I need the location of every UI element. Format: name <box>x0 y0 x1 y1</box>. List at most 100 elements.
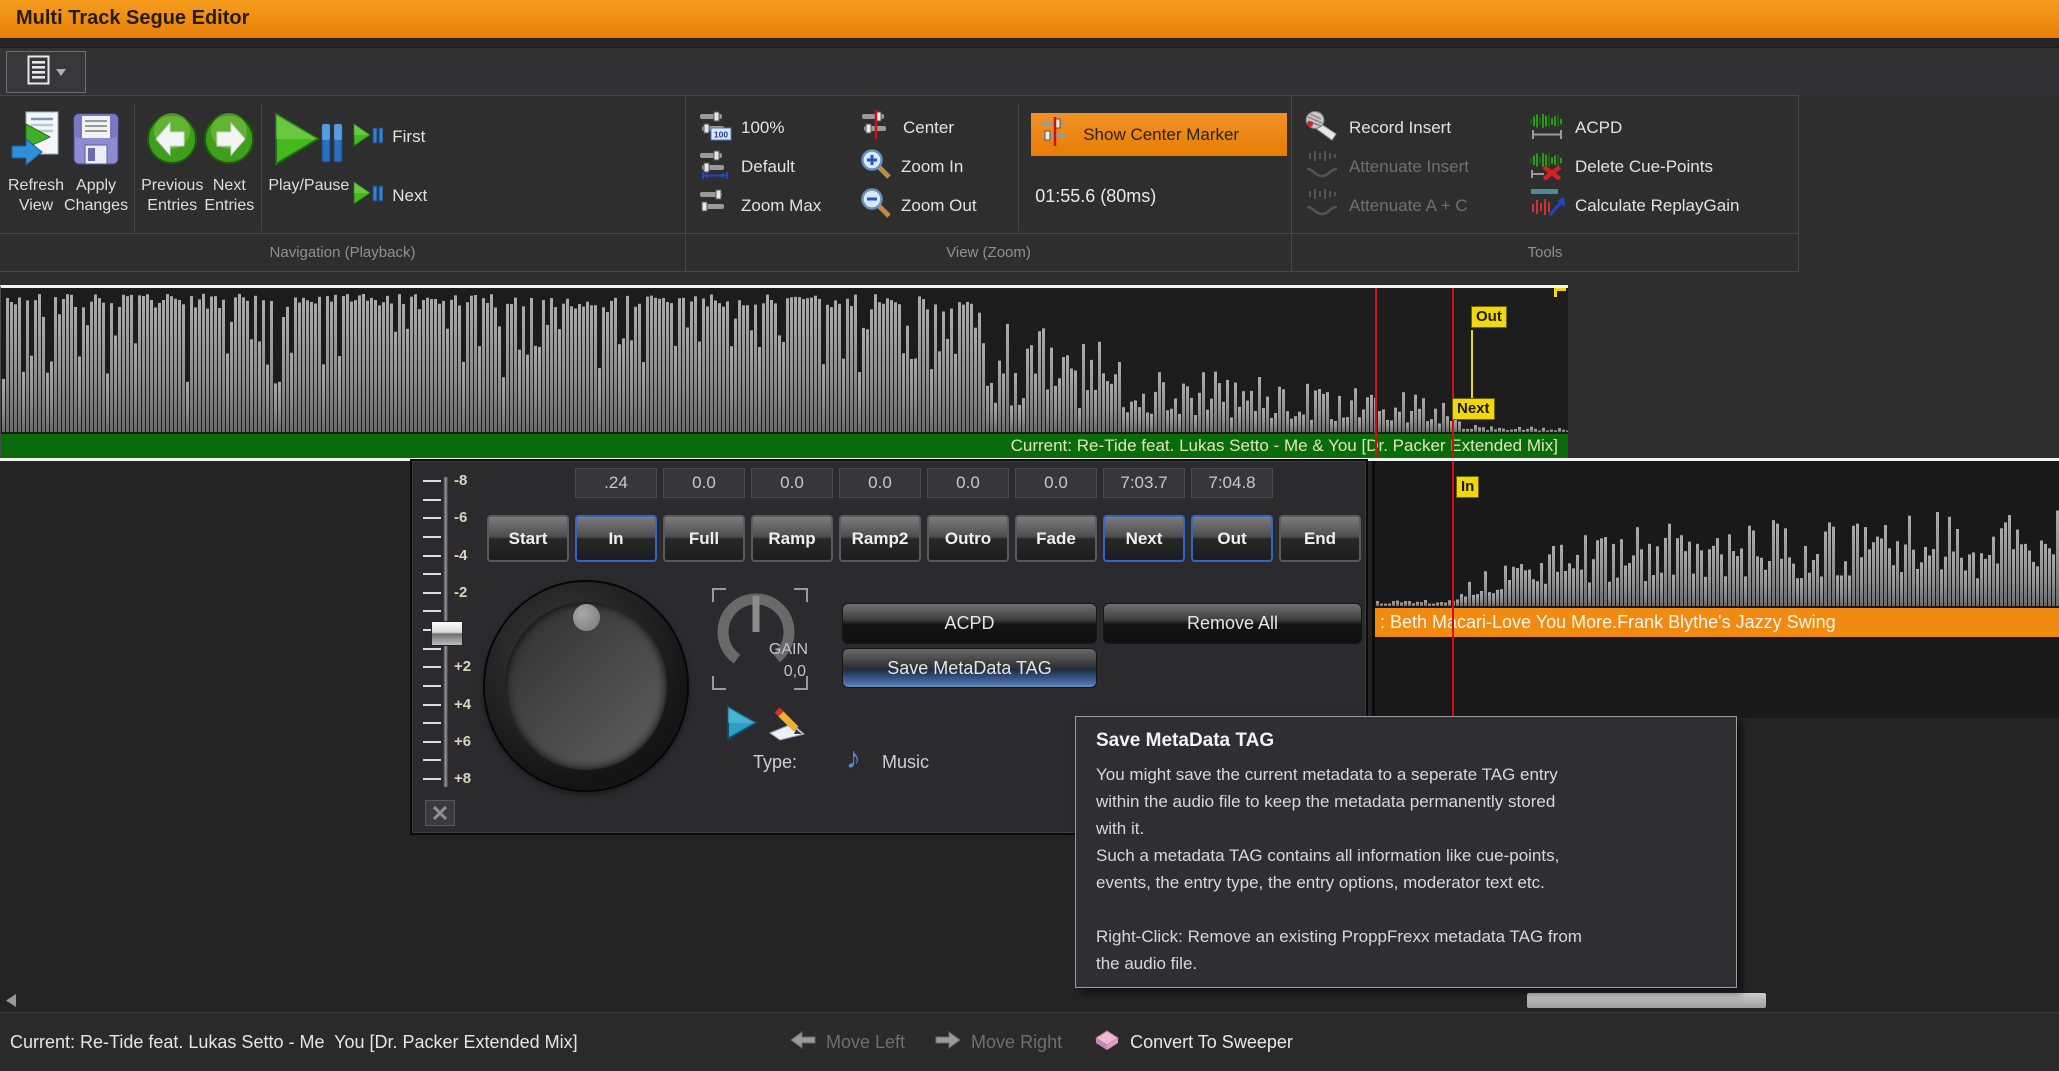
cue-line-red-2[interactable] <box>1452 288 1454 458</box>
next-button[interactable]: Next <box>353 179 457 212</box>
ribbon-toolbar: RefreshViewApplyChangesPreviousEntriesNe… <box>0 95 2059 272</box>
acpd-button[interactable]: ACPD <box>842 603 1097 644</box>
cue-line-red-track2[interactable] <box>1452 461 1454 718</box>
out-cue-marker[interactable]: Out <box>1471 306 1507 328</box>
acpd-button[interactable]: ACPD <box>1528 109 1782 146</box>
cue-value-cell[interactable]: 0.0 <box>751 468 833 498</box>
fader-scale-label: -4 <box>454 547 482 564</box>
fader-100-icon: 100 <box>698 109 732 146</box>
status-current-track: Current: Re-Tide feat. Lukas Setto - Me … <box>10 1013 578 1071</box>
track1-now-playing-bar: Current: Re-Tide feat. Lukas Setto - Me … <box>1 434 1568 458</box>
cue-button-outro[interactable]: Outro <box>927 515 1009 562</box>
convert-to-sweeper-button[interactable]: Convert To Sweeper <box>1092 1029 1293 1056</box>
microphone-icon <box>1304 109 1340 148</box>
track1-waveform-area[interactable]: Current: Re-Tide feat. Lukas Setto - Me … <box>0 285 1568 458</box>
record-insert-button[interactable]: Record Insert <box>1304 109 1520 148</box>
center-marker-icon <box>1039 116 1073 153</box>
attenuate-insert-button: Attenuate Insert <box>1304 149 1520 186</box>
preview-play-icon[interactable] <box>726 705 758 746</box>
cue-button-full[interactable]: Full <box>663 515 745 562</box>
center-button[interactable]: Center <box>860 109 1008 146</box>
gain-label: GAIN <box>769 641 808 659</box>
group-separator <box>134 104 135 231</box>
panel-close-button[interactable] <box>425 800 455 826</box>
cue-value-cell[interactable]: 0.0 <box>1015 468 1097 498</box>
view-menu-button[interactable] <box>6 51 86 93</box>
arrow-left-icon <box>790 1031 816 1054</box>
scroll-left-arrow-icon[interactable] <box>5 993 17 1013</box>
scrollbar-thumb[interactable] <box>1527 993 1766 1008</box>
zoom-in-button[interactable]: Zoom In <box>860 148 1008 185</box>
knob-indicator-dot <box>573 604 600 631</box>
next-entries-button[interactable]: NextEntries <box>203 100 255 233</box>
next-cue-marker[interactable]: Next <box>1452 398 1495 420</box>
attenuate-a-c-button: Attenuate A + C <box>1304 187 1520 224</box>
tooltip-title: Save MetaData TAG <box>1096 730 1716 752</box>
fader-red-icon <box>860 109 894 146</box>
cue-value-cell[interactable]: 7:04.8 <box>1191 468 1273 498</box>
volume-knob[interactable] <box>485 582 687 790</box>
next-entries-icon <box>203 113 255 170</box>
gain-knob[interactable]: GAIN 0,0 <box>712 588 808 690</box>
delete-cue-icon <box>1528 148 1566 185</box>
cue-line-red-1[interactable] <box>1375 288 1377 458</box>
fader-scale-label: -6 <box>454 509 482 526</box>
apply-changes-icon <box>72 112 120 171</box>
save-metadata-tooltip: Save MetaData TAG You might save the cur… <box>1075 716 1737 988</box>
arrow-right-icon <box>935 1031 961 1054</box>
fader-thumb[interactable] <box>431 621 463 646</box>
refresh-view-icon <box>10 110 62 173</box>
fader-scale-label: +2 <box>454 658 482 675</box>
play-pause-button[interactable]: Play/Pause <box>268 100 349 233</box>
zoom-100-button[interactable]: 100100% <box>698 109 852 146</box>
cue-button-ramp2[interactable]: Ramp2 <box>839 515 921 562</box>
calculate-replaygain-button[interactable]: Calculate ReplayGain <box>1528 187 1782 224</box>
multi-track-segue-editor-window: Multi Track Segue Editor RefreshViewAppl… <box>0 0 2059 1071</box>
refresh-view-button[interactable]: RefreshView <box>8 100 64 233</box>
out-marker-connector <box>1471 330 1473 400</box>
group-label-tools: Tools <box>1292 233 1798 271</box>
cue-button-fade[interactable]: Fade <box>1015 515 1097 562</box>
cue-value-cell[interactable]: 0.0 <box>839 468 921 498</box>
edit-metadata-icon[interactable] <box>766 703 808 746</box>
cue-button-start[interactable]: Start <box>487 515 569 562</box>
group-label-navigation: Navigation (Playback) <box>0 233 685 271</box>
type-value[interactable]: Music <box>882 752 929 773</box>
zoom-default-button[interactable]: Default <box>698 148 852 185</box>
delete-cue-points-button[interactable]: Delete Cue-Points <box>1528 148 1782 185</box>
remove-all-button[interactable]: Remove All <box>1103 603 1362 644</box>
cue-button-next[interactable]: Next <box>1103 515 1185 562</box>
fader-scale-label: -8 <box>454 472 482 489</box>
fader-plain-icon <box>698 187 732 224</box>
cue-button-out[interactable]: Out <box>1191 515 1273 562</box>
previous-entries-button[interactable]: PreviousEntries <box>141 100 203 233</box>
first-button[interactable]: First <box>353 121 457 154</box>
type-label: Type: <box>753 752 797 773</box>
track2-waveform-area[interactable]: : Beth Macari-Love You More.Frank Blythe… <box>1372 461 2059 718</box>
cue-value-cell[interactable]: 0.0 <box>927 468 1009 498</box>
group-label-view: View (Zoom) <box>686 233 1291 271</box>
volume-fader: -8-6-4-20+2+4+6+8 <box>420 469 484 799</box>
cue-button-ramp[interactable]: Ramp <box>751 515 833 562</box>
fader-scale-label: +8 <box>454 770 482 787</box>
zoom-max-button[interactable]: Zoom Max <box>698 187 852 224</box>
attenuate-icon <box>1304 187 1340 224</box>
move-left-button: Move Left <box>790 1031 905 1054</box>
cue-button-in[interactable]: In <box>575 515 657 562</box>
in-cue-marker[interactable]: In <box>1456 476 1479 498</box>
play-pause-icon <box>274 110 344 173</box>
horizontal-scrollbar <box>0 990 2059 1012</box>
status-bar: Current: Re-Tide feat. Lukas Setto - Me … <box>0 1012 2059 1071</box>
track1-waveform <box>1 288 1568 434</box>
cue-value-cell[interactable]: 0.0 <box>663 468 745 498</box>
apply-changes-button[interactable]: ApplyChanges <box>64 100 128 233</box>
zoom-out-button[interactable]: Zoom Out <box>860 187 1008 224</box>
save-metadata-tag-button[interactable]: Save MetaData TAG <box>842 648 1097 688</box>
show-center-marker-toggle[interactable]: Show Center Marker <box>1031 113 1287 156</box>
cue-value-cell[interactable]: 7:03.7 <box>1103 468 1185 498</box>
fader-scale-label: -2 <box>454 584 482 601</box>
cue-button-end[interactable]: End <box>1279 515 1361 562</box>
cue-value-cell[interactable]: .24 <box>575 468 657 498</box>
list-icon <box>27 55 51 90</box>
window-titlebar: Multi Track Segue Editor <box>0 0 2059 38</box>
